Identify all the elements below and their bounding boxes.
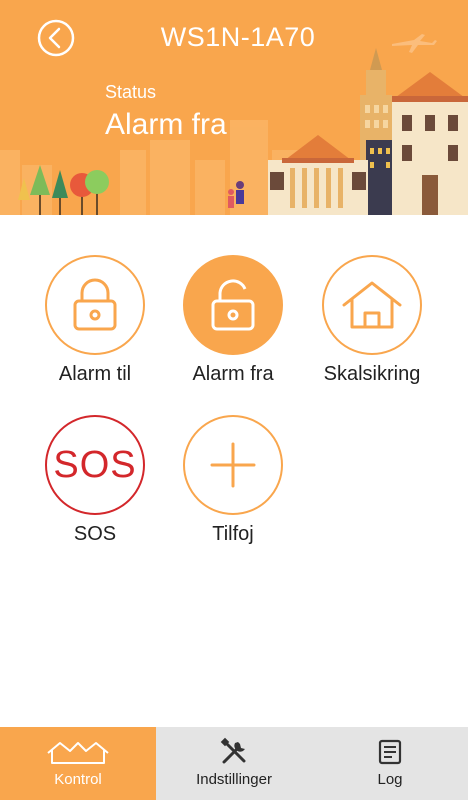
header-banner: WS1N-1A70 Status Alarm fra — [0, 0, 468, 215]
control-label: Tilfoj — [212, 523, 254, 545]
nav-item-log[interactable]: Log — [312, 727, 468, 800]
plus-icon — [210, 442, 256, 488]
perimeter-button[interactable] — [322, 255, 422, 355]
control-add[interactable]: Tilfoj — [163, 415, 303, 546]
nav-label: Log — [377, 771, 403, 788]
nav-item-kontrol[interactable]: Kontrol — [0, 727, 156, 800]
lock-open-icon — [211, 279, 255, 331]
control-sos[interactable]: SOS SOS — [25, 415, 165, 546]
alarm-off-button[interactable] — [183, 255, 283, 355]
lock-closed-icon — [73, 278, 117, 331]
status-label: Status — [105, 82, 157, 102]
nav-item-indstillinger[interactable]: Indstillinger — [156, 727, 312, 800]
device-title: WS1N-1A70 — [0, 22, 468, 53]
houses-icon — [47, 742, 109, 764]
device-name: WS1N-1A70 — [160, 22, 316, 52]
add-button[interactable] — [183, 415, 283, 515]
control-label: SOS — [73, 523, 117, 545]
control-label: Skalsikring — [323, 363, 421, 385]
bottom-nav: Kontrol Indstillinger Log — [0, 727, 468, 800]
control-perimeter[interactable]: Skalsikring — [302, 255, 442, 386]
house-icon — [342, 281, 402, 329]
log-icon — [378, 739, 402, 765]
control-alarm-off[interactable]: Alarm fra — [163, 255, 303, 386]
control-label: Alarm fra — [192, 363, 274, 385]
tools-icon — [220, 737, 246, 764]
sos-icon: SOS — [53, 443, 137, 486]
control-alarm-on[interactable]: Alarm til — [25, 255, 165, 386]
control-label: Alarm til — [58, 363, 132, 385]
nav-label: Kontrol — [54, 771, 102, 788]
nav-label: Indstillinger — [196, 771, 272, 788]
alarm-on-button[interactable] — [45, 255, 145, 355]
sos-button[interactable]: SOS — [45, 415, 145, 515]
status-value: Alarm fra — [105, 108, 227, 141]
